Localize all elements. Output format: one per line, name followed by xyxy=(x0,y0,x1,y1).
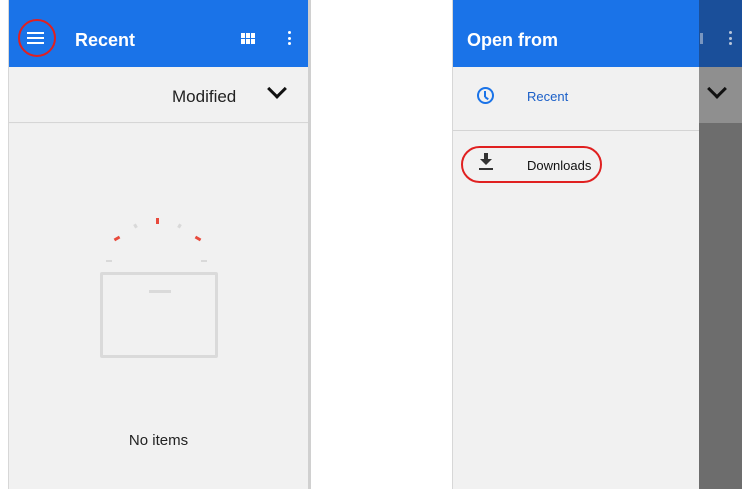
sort-bar[interactable]: Modified xyxy=(9,67,308,123)
empty-message: No items xyxy=(128,432,189,449)
clock-icon xyxy=(477,87,494,104)
more-vert-icon[interactable] xyxy=(288,31,292,45)
menu-icon-bar xyxy=(27,42,44,44)
menu-icon-bar xyxy=(27,37,44,39)
drawer-item-downloads[interactable]: Downloads xyxy=(453,138,699,190)
highlight-annotation xyxy=(461,146,602,183)
navigation-drawer: Open from Recent Downloads xyxy=(453,0,699,489)
drawer-item-label: Recent xyxy=(527,89,569,104)
drawer-title: Open from xyxy=(467,30,559,50)
drawer-header: Open from xyxy=(453,0,699,67)
divider xyxy=(453,130,699,131)
grid-view-icon[interactable] xyxy=(241,33,255,44)
drawer-item-recent[interactable]: Recent xyxy=(453,70,699,122)
file-list-area: No items xyxy=(9,124,308,489)
app-bar: Recent xyxy=(9,0,308,67)
sort-label[interactable]: Modified xyxy=(172,87,236,107)
hamburger-menu-button[interactable] xyxy=(18,19,56,57)
left-screen: Recent Modified No items xyxy=(8,0,311,489)
menu-icon-bar xyxy=(27,32,44,34)
right-screen: Open from Recent Downloads xyxy=(452,0,742,489)
page-title: Recent xyxy=(75,30,136,50)
dimmed-app-bar xyxy=(698,0,742,67)
empty-box-icon xyxy=(94,212,224,362)
grid-view-icon xyxy=(700,33,703,44)
more-vert-icon xyxy=(729,31,733,45)
